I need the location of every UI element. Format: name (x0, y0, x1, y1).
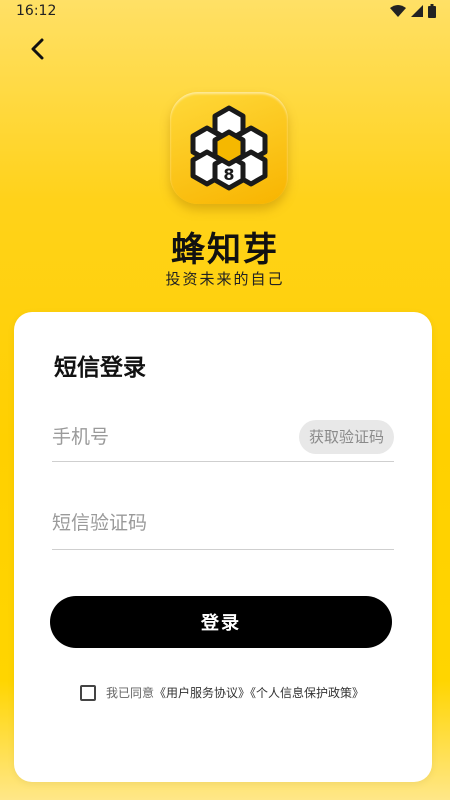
brand-name: 蜂知芽 (171, 230, 279, 270)
agreement-row: 我已同意《用户服务协议》《个人信息保护政策》 (80, 684, 364, 701)
app-logo: 8 (170, 92, 288, 204)
agreement-prefix: 我已同意 (106, 686, 155, 700)
agreement-text: 我已同意《用户服务协议》《个人信息保护政策》 (106, 684, 364, 701)
sms-code-input[interactable] (52, 511, 292, 534)
honeycomb-logo-icon: 8 (190, 105, 268, 191)
get-code-button[interactable]: 获取验证码 (298, 419, 394, 454)
wifi-icon (390, 4, 406, 17)
signal-icon (411, 4, 423, 17)
phone-input[interactable] (52, 425, 292, 448)
back-button[interactable] (24, 36, 50, 62)
code-field-row (52, 498, 394, 550)
agreement-checkbox[interactable] (80, 684, 96, 701)
status-time: 16:12 (16, 3, 57, 19)
phone-field-row: 获取验证码 (52, 416, 394, 462)
battery-icon (428, 4, 436, 18)
chevron-left-icon (31, 38, 44, 60)
status-icons (390, 4, 436, 18)
login-button[interactable]: 登录 (50, 596, 392, 648)
login-title: 短信登录 (54, 355, 146, 381)
brand-slogan: 投资未来的自己 (165, 270, 285, 288)
logo-badge: 8 (223, 165, 234, 184)
status-bar: 16:12 (0, 0, 450, 22)
terms-link[interactable]: 《用户服务协议》 (154, 686, 250, 700)
privacy-link[interactable]: 《个人信息保护政策》 (250, 686, 364, 700)
login-card: 短信登录 获取验证码 登录 我已同意《用户服务协议》《个人信息保护政策》 (14, 312, 432, 782)
